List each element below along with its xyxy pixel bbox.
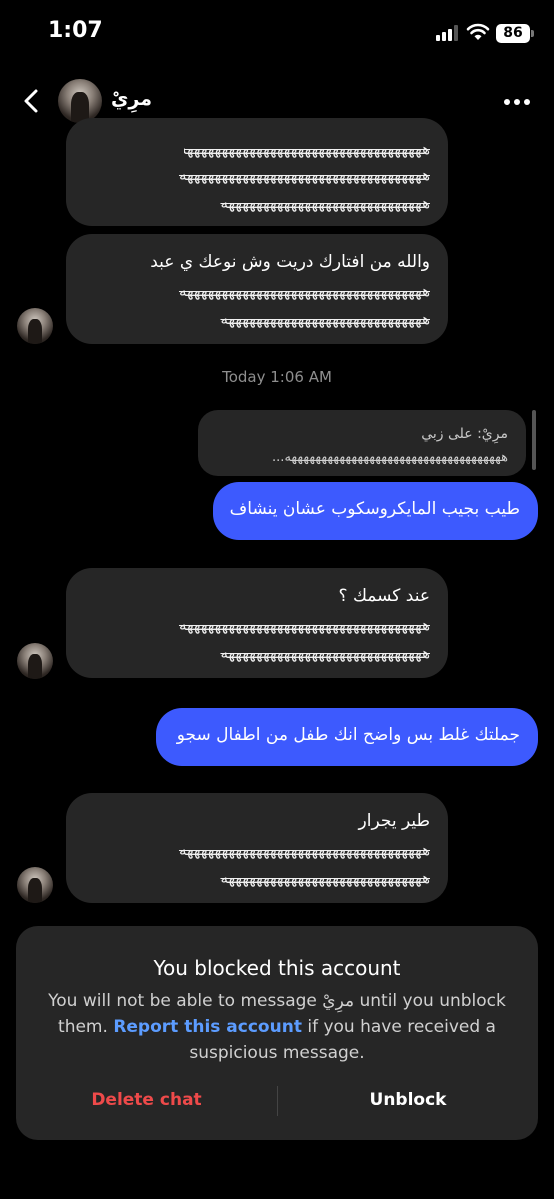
message-text: هههههههههههههههههههههههههههههه <box>220 644 430 662</box>
battery-icon: 86 <box>496 24 530 43</box>
contact-name[interactable]: مرِيْ <box>111 88 152 110</box>
message-text: طيب بجيب المايكروسكوب عشان ينشاف <box>229 499 520 519</box>
report-account-link[interactable]: Report this account <box>113 1017 302 1037</box>
contact-avatar[interactable] <box>58 79 102 123</box>
incoming-message[interactable]: عند كسمك ؟ ههههههههههههههههههههههههههههه… <box>66 568 448 678</box>
battery-tip <box>531 30 534 37</box>
sender-avatar[interactable] <box>17 643 53 679</box>
outgoing-message[interactable]: جملتك غلط بس واضح انك طفل من اطفال سجو <box>156 708 538 766</box>
blocked-contact-name: مرِيْ <box>322 991 355 1011</box>
reply-text: ههههههههههههههههههههههههههههههههههههه... <box>272 450 508 465</box>
message-text: هههههههههههههههههههههههههههههههههههه <box>178 616 430 634</box>
message-text: هههههههههههههههههههههههههههههههههههه <box>178 166 430 184</box>
blocked-title: You blocked this account <box>153 956 401 980</box>
back-chevron-icon[interactable] <box>18 86 48 116</box>
message-text: عند كسمك ؟ <box>338 586 430 606</box>
message-text: طير يجرار <box>358 811 430 831</box>
message-text: هههههههههههههههههههههههههههههههههههه <box>178 282 430 300</box>
blocked-description: You will not be able to message مرِيْ un… <box>46 988 508 1066</box>
message-text: هههههههههههههههههههههههههههههه <box>220 194 430 212</box>
sender-avatar[interactable] <box>17 308 53 344</box>
blocked-account-panel: You blocked this account You will not be… <box>16 926 538 1140</box>
incoming-message[interactable]: والله من افتارك دريت وش نوعك ي عبد ههههه… <box>66 234 448 344</box>
chat-timestamp: Today 1:06 AM <box>222 368 332 386</box>
message-text: هههههههههههههههههههههههههههههه <box>220 310 430 328</box>
message-text: جملتك غلط بس واضح انك طفل من اطفال سجو <box>176 725 520 745</box>
message-text: والله من افتارك دريت وش نوعك ي عبد <box>150 252 430 272</box>
delete-chat-button[interactable]: Delete chat <box>16 1090 277 1110</box>
outgoing-message[interactable]: طيب بجيب المايكروسكوب عشان ينشاف <box>213 482 538 540</box>
status-bar: 1:07 86 <box>0 0 554 66</box>
reply-indicator-bar <box>532 410 536 470</box>
reply-preview[interactable]: مرِيْ: على زبي ههههههههههههههههههههههههه… <box>198 410 526 476</box>
status-time: 1:07 <box>48 18 103 43</box>
unblock-button[interactable]: Unblock <box>278 1090 538 1110</box>
message-text: هههههههههههههههههههههههههههههههههههه <box>184 140 430 158</box>
more-options-icon[interactable] <box>502 99 532 107</box>
incoming-message[interactable]: هههههههههههههههههههههههههههههههههههه ههه… <box>66 118 448 226</box>
reply-author: مرِيْ: على زبي <box>421 426 508 442</box>
wifi-icon <box>466 23 490 40</box>
message-text: هههههههههههههههههههههههههههههه <box>220 869 430 887</box>
blocked-desc-text: You will not be able to message <box>48 991 323 1011</box>
incoming-message[interactable]: طير يجرار هههههههههههههههههههههههههههههه… <box>66 793 448 903</box>
sender-avatar[interactable] <box>17 867 53 903</box>
message-text: هههههههههههههههههههههههههههههههههههه <box>178 841 430 859</box>
cellular-signal-icon <box>436 25 460 41</box>
